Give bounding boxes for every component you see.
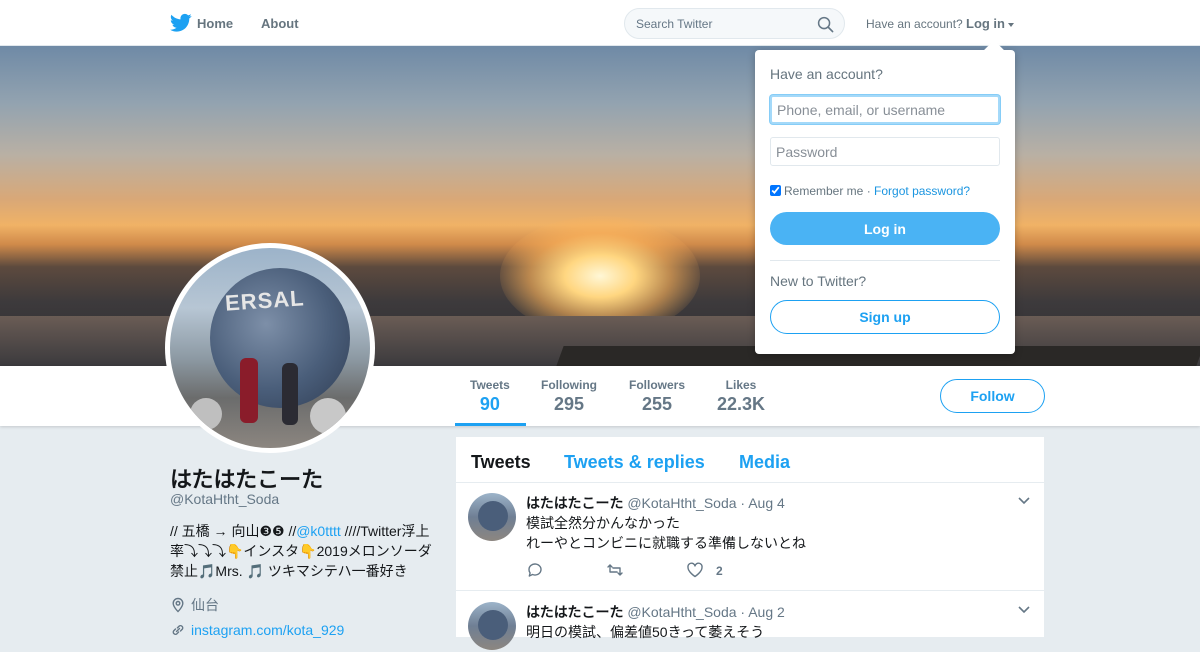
tweet-avatar[interactable] [468, 602, 516, 650]
tweet-text: 模試全然分かんなかった れーやとコンビニに就職する準備しないとね [526, 513, 806, 553]
profile-location: 仙台 [170, 595, 219, 615]
avatar-person-2 [282, 363, 298, 425]
password-field[interactable] [770, 137, 1000, 166]
timeline-tabs: Tweets Tweets & replies Media [456, 437, 1044, 483]
chevron-down-icon[interactable] [1018, 606, 1030, 614]
tweet-item[interactable]: はたはたこーた @KotaHtht_Soda · Aug 4 模試全然分かんなか… [456, 483, 1044, 591]
tweet-header: はたはたこーた @KotaHtht_Soda · Aug 4 [526, 493, 785, 513]
avatar-sphere-right [310, 398, 346, 434]
remember-me-checkbox[interactable] [770, 185, 781, 196]
login-submit-button[interactable]: Log in [770, 212, 1000, 245]
stat-tweets-label: Tweets [470, 378, 510, 392]
like-count: 2 [716, 564, 723, 578]
tab-tweets-and-replies[interactable]: Tweets & replies [564, 452, 705, 473]
location-pin-icon [172, 597, 184, 613]
profile-handle[interactable]: @KotaHtht_Soda [170, 491, 279, 507]
tweet-author-handle[interactable]: @KotaHtht_Soda [627, 495, 736, 511]
tweet-date[interactable]: Aug 2 [748, 604, 785, 620]
profile-avatar[interactable]: ERSAL [165, 243, 375, 453]
tweet-text-line: 明日の模試、偏差値50きって萎えそう [526, 624, 765, 640]
stat-followers-value: 255 [641, 394, 673, 414]
stat-following-label: Following [541, 378, 597, 392]
tweet-separator: · [740, 495, 746, 511]
link-icon [172, 625, 184, 635]
top-navigation-bar: Home About Have an account? Log in [0, 0, 1200, 46]
login-label: Log in [966, 16, 1005, 31]
avatar-person-1 [240, 358, 258, 423]
search-icon[interactable] [817, 16, 834, 33]
stat-following[interactable]: Following 295 [541, 378, 597, 415]
have-account-text: Have an account? [866, 17, 963, 31]
profile-name: はたはたこーた [170, 467, 324, 492]
tweet-text: 明日の模試、偏差値50きって萎えそう [526, 622, 764, 642]
remember-row: Remember me · Forgot password? [770, 184, 970, 198]
bio-text-part1: // 五橋 → 向山❸❺ // [170, 523, 297, 539]
tweet-date[interactable]: Aug 4 [748, 495, 785, 511]
tweet-author-name[interactable]: はたはたこーた [526, 604, 623, 620]
tweet-text-line: 模試全然分かんなかった [526, 515, 680, 531]
tweet-separator: · [740, 604, 746, 620]
profile-website-link[interactable]: instagram.com/kota_929 [170, 622, 344, 638]
reply-icon[interactable] [526, 561, 544, 579]
caret-down-icon [1008, 22, 1014, 27]
signup-button[interactable]: Sign up [770, 300, 1000, 334]
stat-likes[interactable]: Likes 22.3K [717, 378, 765, 415]
remember-me-label[interactable]: Remember me [784, 184, 863, 198]
avatar-globe-lettering: ERSAL [224, 285, 306, 316]
nav-home-link[interactable]: Home [197, 16, 233, 31]
stat-followers[interactable]: Followers 255 [629, 378, 685, 415]
tweet-header: はたはたこーた @KotaHtht_Soda · Aug 2 [526, 602, 785, 622]
login-panel-title: Have an account? [770, 66, 883, 82]
tweet-author-handle[interactable]: @KotaHtht_Soda [627, 604, 736, 620]
stat-followers-label: Followers [629, 378, 686, 392]
stat-tweets-value: 90 [479, 394, 500, 414]
location-text: 仙台 [191, 597, 219, 613]
chevron-down-icon[interactable] [1018, 497, 1030, 505]
tab-tweets[interactable]: Tweets [471, 452, 531, 473]
login-dropdown-panel: Have an account? Remember me · Forgot pa… [755, 40, 1015, 354]
bio-mention-link[interactable]: @k0tttt [296, 523, 341, 539]
stat-tweets[interactable]: Tweets 90 [470, 378, 510, 415]
active-stat-underline [455, 423, 526, 426]
forgot-password-link[interactable]: Forgot password? [874, 184, 970, 198]
nav-about-link[interactable]: About [261, 16, 299, 31]
retweet-icon[interactable] [606, 561, 624, 579]
tweet-author-name[interactable]: はたはたこーた [526, 495, 623, 511]
tab-media[interactable]: Media [739, 452, 790, 473]
website-text: instagram.com/kota_929 [191, 622, 345, 638]
profile-bio: // 五橋 → 向山❸❺ //@k0tttt ////Twitter浮上率⤵⤵⤵… [170, 521, 440, 581]
panel-divider [770, 260, 1000, 261]
new-to-twitter-text: New to Twitter? [770, 273, 867, 289]
tweet-text-line: れーやとコンビニに就職する準備しないとね [526, 535, 806, 551]
stat-likes-label: Likes [725, 378, 757, 392]
stat-likes-value: 22.3K [717, 394, 766, 414]
tweet-avatar[interactable] [468, 493, 516, 541]
avatar-sphere-left [190, 398, 222, 430]
like-heart-icon[interactable] [686, 561, 704, 579]
remember-separator: · [866, 184, 871, 198]
tweet-item[interactable]: はたはたこーた @KotaHtht_Soda · Aug 2 明日の模試、偏差値… [456, 592, 1044, 652]
follow-button[interactable]: Follow [940, 379, 1045, 413]
timeline: Tweets Tweets & replies Media はたはたこーた @K… [456, 437, 1044, 652]
twitter-bird-icon[interactable] [170, 13, 192, 33]
search-box [624, 8, 845, 39]
search-input[interactable] [636, 15, 811, 33]
login-dropdown-toggle[interactable]: Log in [966, 16, 1014, 31]
avatar-photo: ERSAL [170, 248, 370, 448]
stat-following-value: 295 [553, 394, 585, 414]
username-field[interactable] [770, 95, 1000, 124]
